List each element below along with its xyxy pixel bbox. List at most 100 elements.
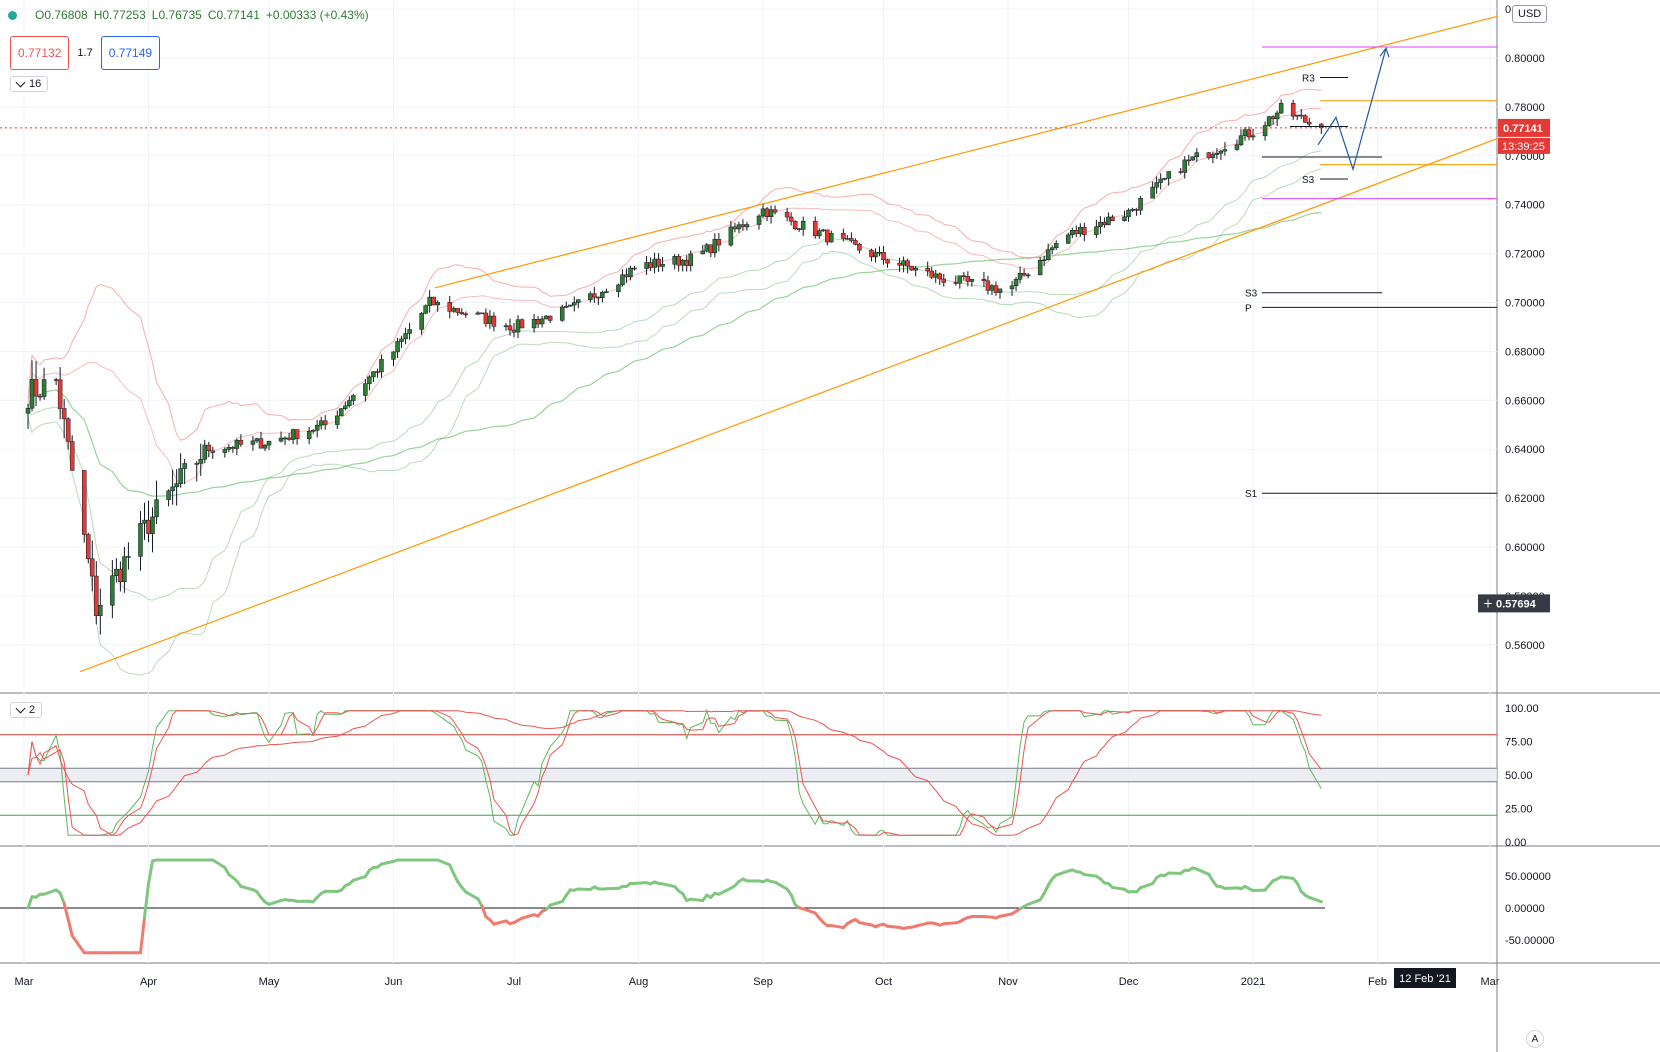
candle-body — [230, 447, 236, 449]
candle-body — [732, 226, 738, 230]
candle-body — [933, 273, 938, 278]
candle-body — [784, 211, 790, 218]
candle-body — [768, 209, 774, 217]
candle-body — [873, 252, 878, 258]
currency-button[interactable]: USD — [1512, 5, 1548, 23]
candle-body — [965, 276, 971, 282]
candle-body — [1138, 197, 1143, 211]
candle-body — [310, 430, 316, 432]
candle-body — [957, 275, 963, 284]
candle-body — [258, 438, 264, 449]
candle-body — [708, 244, 714, 254]
candle-body — [318, 420, 324, 426]
momentum-segment — [717, 886, 733, 896]
candle-body — [704, 244, 710, 252]
momentum-tick-label: 0.00000 — [1505, 903, 1545, 915]
candle-body — [399, 338, 404, 342]
indicators-toggle-stoch[interactable]: 2 — [10, 702, 43, 718]
candle-body — [182, 463, 187, 469]
candle-body — [519, 319, 525, 329]
candle-body — [146, 519, 151, 534]
candle-body — [262, 444, 268, 449]
time-tick-label: 2021 — [1241, 976, 1265, 988]
candle-body — [1037, 259, 1043, 276]
candle-body — [222, 449, 228, 453]
candle-body — [379, 359, 384, 373]
candle-body — [604, 291, 609, 293]
candle-body — [1206, 152, 1212, 158]
candle-body — [138, 523, 143, 557]
indicators-toggle-main[interactable]: 16 — [10, 76, 49, 92]
low-value: L0.76735 — [151, 8, 202, 22]
candle-body — [1158, 178, 1163, 183]
channel-lower-line — [79, 138, 1498, 673]
band-lower-inner — [27, 150, 1322, 601]
candle-body — [90, 558, 95, 577]
candle-body — [929, 270, 934, 278]
candle-body — [81, 470, 87, 535]
momentum-segment — [1082, 873, 1098, 878]
momentum-segment — [1195, 867, 1211, 876]
candle-body — [953, 282, 959, 284]
momentum-segment — [857, 921, 873, 927]
candle-body — [981, 279, 987, 282]
candle-body — [961, 275, 967, 277]
candle-body — [166, 490, 171, 500]
candle-body — [1098, 221, 1103, 227]
momentum-segment — [689, 897, 705, 903]
candle-body — [435, 302, 440, 306]
bid-ask-widget: 0.77132 1.7 0.77149 — [10, 36, 161, 70]
candle-body — [282, 437, 288, 440]
candle-body — [29, 379, 35, 409]
candle-body — [997, 288, 1003, 293]
candle-body — [869, 249, 874, 258]
band-upper-inner — [27, 107, 1322, 485]
candle-body — [266, 440, 272, 446]
price-tick-label: 0.64000 — [1505, 444, 1545, 456]
candle-body — [286, 437, 292, 440]
candle-body — [238, 439, 244, 445]
candle-body — [1102, 221, 1107, 226]
buy-button[interactable]: 0.77149 — [100, 36, 161, 70]
indicator-count: 2 — [29, 704, 36, 716]
pivot-label-s3: S3 — [1302, 175, 1315, 186]
momentum-segment — [351, 875, 367, 882]
candle-body — [475, 312, 481, 315]
candle-body — [1222, 149, 1228, 152]
chart-canvas[interactable]: R3 S3 S3 P S1 Mar Apr May Jun Jul Aug Sep Oct Nov Dec… — [0, 0, 1660, 1052]
momentum-segment — [58, 891, 66, 905]
candle-body — [1302, 115, 1308, 123]
candle-body — [567, 304, 573, 307]
candle-body — [69, 441, 75, 471]
candle-body — [507, 325, 513, 331]
candle-body — [764, 208, 770, 217]
candle-body — [760, 208, 766, 217]
momentum-segment — [661, 882, 677, 889]
candle-body — [487, 315, 493, 324]
candle-body — [1307, 122, 1312, 125]
open-value: O0.76808 — [35, 8, 88, 22]
candle-body — [969, 279, 975, 282]
stoch-tick-label: 0.00 — [1505, 837, 1526, 849]
candle-body — [901, 260, 906, 266]
price-tick-label: 0.56000 — [1505, 640, 1545, 652]
candle-body — [447, 302, 452, 312]
candle-body — [616, 284, 621, 292]
candle-body — [1246, 129, 1252, 138]
candle-body — [1214, 153, 1220, 155]
momentum-segment — [914, 921, 930, 928]
candle-body — [1274, 112, 1280, 120]
candle-body — [756, 215, 762, 225]
candle-body — [897, 262, 902, 266]
candle-body — [391, 351, 396, 360]
candle-body — [821, 229, 826, 232]
candle-body — [825, 229, 830, 243]
momentum-segment — [548, 900, 564, 907]
current-price-value: 0.77141 — [1503, 123, 1543, 135]
auto-scale-button[interactable]: A — [1526, 1030, 1544, 1048]
time-tick-label: Mar — [15, 976, 34, 988]
candle-body — [206, 444, 212, 452]
candle-body — [728, 226, 734, 246]
sell-button[interactable]: 0.77132 — [10, 36, 70, 70]
market-status-icon — [8, 10, 17, 20]
